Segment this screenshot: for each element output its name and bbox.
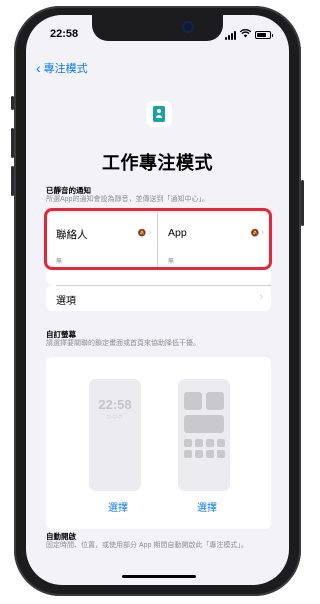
wifi-icon	[239, 29, 252, 41]
widget-small	[206, 392, 224, 410]
lock-screen-preview[interactable]: 22:58 ○○○	[89, 379, 141, 491]
cellular-signal-icon	[225, 30, 236, 40]
app-icon-placeholder	[217, 439, 225, 447]
choose-home-screen-button[interactable]: 選擇	[197, 499, 217, 514]
silenced-notifications-description: 所選App的通知會設為靜音，並傳送到「通知中心」。	[46, 196, 209, 203]
back-label: 專注模式	[43, 63, 88, 75]
app-icon-placeholder	[195, 439, 203, 447]
custom-screens-card: 22:58 ○○○ 選擇 選擇	[46, 357, 271, 529]
person-badge-icon	[153, 106, 165, 122]
volume-down-button	[11, 166, 14, 196]
chevron-left-icon: ‹	[36, 60, 41, 76]
chevron-right-icon: ›	[259, 291, 263, 303]
home-screen-preview[interactable]	[178, 379, 230, 491]
focus-mode-icon	[146, 101, 172, 127]
divider	[56, 285, 271, 286]
choose-lock-screen-button[interactable]: 選擇	[108, 499, 128, 514]
status-bar: 22:58	[26, 28, 289, 44]
highlight-box	[44, 208, 272, 270]
auto-on-description: 固定時間、位置，或使用部分 App 期間自動開啟此「專注模式」。	[46, 542, 248, 549]
widget-small	[184, 392, 202, 410]
page-title: 工作專注模式	[102, 153, 213, 173]
options-label: 選項	[56, 296, 76, 307]
lock-screen-widgets: ○○○	[106, 412, 124, 421]
side-button	[301, 180, 304, 226]
custom-screens-description: 請選擇要關聯的鎖定畫面或首頁來協助降低干擾。	[46, 340, 200, 347]
app-icon-placeholder	[184, 439, 192, 447]
volume-up-button	[11, 128, 14, 158]
app-icon-placeholder	[195, 450, 203, 458]
silent-switch	[11, 96, 14, 110]
widget-wide	[184, 415, 224, 433]
screen: 22:58 ‹ 專注模式 工作專注模式 已靜音的通知 所選App的通知會設為靜音…	[26, 15, 289, 585]
lock-screen-time: 22:58	[98, 397, 132, 412]
back-button[interactable]: ‹ 專注模式	[36, 60, 88, 76]
status-time: 22:58	[50, 28, 79, 40]
app-icon-placeholder	[206, 439, 214, 447]
app-icon-placeholder	[184, 450, 192, 458]
app-icon-placeholder	[206, 450, 214, 458]
battery-icon	[255, 31, 273, 39]
app-icon-placeholder	[217, 450, 225, 458]
home-indicator[interactable]	[122, 575, 196, 578]
options-row[interactable]: 選項 ›	[46, 285, 271, 311]
